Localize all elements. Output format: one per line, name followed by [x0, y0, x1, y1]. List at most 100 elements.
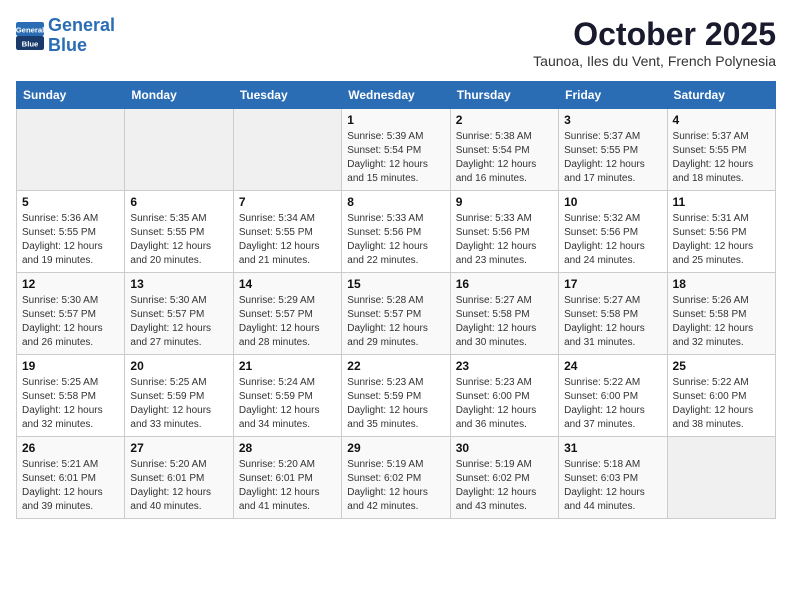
day-info: Sunrise: 5:30 AMSunset: 5:57 PMDaylight:… [22, 294, 119, 350]
calendar-cell: 20 Sunrise: 5:25 AMSunset: 5:59 PMDayligh… [125, 355, 233, 437]
calendar-cell: 19 Sunrise: 5:25 AMSunset: 5:58 PMDayligh… [17, 355, 125, 437]
day-number: 2 [456, 113, 553, 127]
day-info: Sunrise: 5:31 AMSunset: 5:56 PMDaylight:… [673, 212, 770, 268]
page-header: General Blue General Blue October 2025 T… [16, 16, 776, 69]
calendar-table: SundayMondayTuesdayWednesdayThursdayFrid… [16, 81, 776, 519]
day-number: 25 [673, 359, 770, 373]
calendar-cell: 8 Sunrise: 5:33 AMSunset: 5:56 PMDaylight… [342, 191, 450, 273]
calendar-cell: 14 Sunrise: 5:29 AMSunset: 5:57 PMDayligh… [233, 273, 341, 355]
calendar-cell: 6 Sunrise: 5:35 AMSunset: 5:55 PMDaylight… [125, 191, 233, 273]
day-number: 6 [130, 195, 227, 209]
calendar-cell: 24 Sunrise: 5:22 AMSunset: 6:00 PMDayligh… [559, 355, 667, 437]
calendar-cell: 1 Sunrise: 5:39 AMSunset: 5:54 PMDaylight… [342, 109, 450, 191]
logo-icon: General Blue [16, 22, 44, 50]
calendar-cell: 23Sunrise: 5:23 AMSunset: 6:00 PMDayligh… [450, 355, 558, 437]
day-number: 15 [347, 277, 444, 291]
day-info: Sunrise: 5:24 AMSunset: 5:59 PMDaylight:… [239, 376, 336, 432]
day-number: 27 [130, 441, 227, 455]
day-number: 3 [564, 113, 661, 127]
day-info: Sunrise: 5:27 AMSunset: 5:58 PMDaylight:… [456, 294, 553, 350]
calendar-cell: 29 Sunrise: 5:19 AMSunset: 6:02 PMDayligh… [342, 437, 450, 519]
day-info: Sunrise: 5:21 AMSunset: 6:01 PMDaylight:… [22, 458, 119, 514]
weekday-header-thursday: Thursday [450, 82, 558, 109]
day-info: Sunrise: 5:25 AMSunset: 5:58 PMDaylight:… [22, 376, 119, 432]
day-number: 31 [564, 441, 661, 455]
day-info: Sunrise: 5:35 AMSunset: 5:55 PMDaylight:… [130, 212, 227, 268]
day-info: Sunrise: 5:30 AMSunset: 5:57 PMDaylight:… [130, 294, 227, 350]
calendar-cell: 10 Sunrise: 5:32 AMSunset: 5:56 PMDayligh… [559, 191, 667, 273]
day-info: Sunrise: 5:29 AMSunset: 5:57 PMDaylight:… [239, 294, 336, 350]
day-number: 24 [564, 359, 661, 373]
calendar-cell: 9 Sunrise: 5:33 AMSunset: 5:56 PMDaylight… [450, 191, 558, 273]
calendar-cell: 16 Sunrise: 5:27 AMSunset: 5:58 PMDayligh… [450, 273, 558, 355]
day-number: 30 [456, 441, 553, 455]
day-info: Sunrise: 5:33 AMSunset: 5:56 PMDaylight:… [456, 212, 553, 268]
day-number: 16 [456, 277, 553, 291]
day-number: 17 [564, 277, 661, 291]
calendar-cell: 7 Sunrise: 5:34 AMSunset: 5:55 PMDaylight… [233, 191, 341, 273]
day-number: 18 [673, 277, 770, 291]
day-info: Sunrise: 5:27 AMSunset: 5:58 PMDaylight:… [564, 294, 661, 350]
day-number: 4 [673, 113, 770, 127]
svg-text:Blue: Blue [22, 39, 39, 48]
weekday-header-tuesday: Tuesday [233, 82, 341, 109]
weekday-header-sunday: Sunday [17, 82, 125, 109]
logo: General Blue General Blue [16, 16, 115, 56]
day-number: 10 [564, 195, 661, 209]
calendar-cell [667, 437, 775, 519]
day-number: 22 [347, 359, 444, 373]
day-info: Sunrise: 5:19 AMSunset: 6:02 PMDaylight:… [456, 458, 553, 514]
day-info: Sunrise: 5:32 AMSunset: 5:56 PMDaylight:… [564, 212, 661, 268]
day-number: 1 [347, 113, 444, 127]
calendar-cell: 22Sunrise: 5:23 AMSunset: 5:59 PMDayligh… [342, 355, 450, 437]
day-info: Sunrise: 5:22 AMSunset: 6:00 PMDaylight:… [673, 376, 770, 432]
day-number: 19 [22, 359, 119, 373]
day-info: Sunrise: 5:34 AMSunset: 5:55 PMDaylight:… [239, 212, 336, 268]
calendar-cell: 31 Sunrise: 5:18 AMSunset: 6:03 PMDayligh… [559, 437, 667, 519]
day-number: 29 [347, 441, 444, 455]
day-number: 21 [239, 359, 336, 373]
day-info: Sunrise: 5:25 AMSunset: 5:59 PMDaylight:… [130, 376, 227, 432]
day-number: 12 [22, 277, 119, 291]
day-info: Sunrise: 5:22 AMSunset: 6:00 PMDaylight:… [564, 376, 661, 432]
calendar-cell: 11 Sunrise: 5:31 AMSunset: 5:56 PMDayligh… [667, 191, 775, 273]
day-info: Sunrise: 5:26 AMSunset: 5:58 PMDaylight:… [673, 294, 770, 350]
calendar-cell: 2 Sunrise: 5:38 AMSunset: 5:54 PMDaylight… [450, 109, 558, 191]
day-number: 14 [239, 277, 336, 291]
day-info: Sunrise: 5:28 AMSunset: 5:57 PMDaylight:… [347, 294, 444, 350]
weekday-header-wednesday: Wednesday [342, 82, 450, 109]
day-info: Sunrise: 5:19 AMSunset: 6:02 PMDaylight:… [347, 458, 444, 514]
day-number: 5 [22, 195, 119, 209]
calendar-cell: 28Sunrise: 5:20 AMSunset: 6:01 PMDayligh… [233, 437, 341, 519]
day-info: Sunrise: 5:38 AMSunset: 5:54 PMDaylight:… [456, 130, 553, 186]
weekday-header-monday: Monday [125, 82, 233, 109]
day-number: 13 [130, 277, 227, 291]
day-info: Sunrise: 5:20 AMSunset: 6:01 PMDaylight:… [130, 458, 227, 514]
day-number: 20 [130, 359, 227, 373]
weekday-header-saturday: Saturday [667, 82, 775, 109]
calendar-cell: 21 Sunrise: 5:24 AMSunset: 5:59 PMDayligh… [233, 355, 341, 437]
day-number: 7 [239, 195, 336, 209]
weekday-header-friday: Friday [559, 82, 667, 109]
day-info: Sunrise: 5:18 AMSunset: 6:03 PMDaylight:… [564, 458, 661, 514]
location: Taunoa, Iles du Vent, French Polynesia [533, 53, 776, 69]
svg-text:General: General [16, 25, 44, 34]
day-info: Sunrise: 5:36 AMSunset: 5:55 PMDaylight:… [22, 212, 119, 268]
day-info: Sunrise: 5:33 AMSunset: 5:56 PMDaylight:… [347, 212, 444, 268]
calendar-cell [233, 109, 341, 191]
calendar-cell: 5 Sunrise: 5:36 AMSunset: 5:55 PMDaylight… [17, 191, 125, 273]
calendar-cell: 15 Sunrise: 5:28 AMSunset: 5:57 PMDayligh… [342, 273, 450, 355]
day-number: 8 [347, 195, 444, 209]
calendar-cell: 26Sunrise: 5:21 AMSunset: 6:01 PMDayligh… [17, 437, 125, 519]
day-number: 11 [673, 195, 770, 209]
day-number: 9 [456, 195, 553, 209]
calendar-cell [125, 109, 233, 191]
calendar-cell: 30 Sunrise: 5:19 AMSunset: 6:02 PMDayligh… [450, 437, 558, 519]
logo-text: General Blue [48, 16, 115, 56]
day-info: Sunrise: 5:39 AMSunset: 5:54 PMDaylight:… [347, 130, 444, 186]
calendar-cell: 3 Sunrise: 5:37 AMSunset: 5:55 PMDaylight… [559, 109, 667, 191]
day-info: Sunrise: 5:37 AMSunset: 5:55 PMDaylight:… [564, 130, 661, 186]
calendar-cell: 17 Sunrise: 5:27 AMSunset: 5:58 PMDayligh… [559, 273, 667, 355]
title-block: October 2025 Taunoa, Iles du Vent, Frenc… [533, 16, 776, 69]
calendar-cell: 13 Sunrise: 5:30 AMSunset: 5:57 PMDayligh… [125, 273, 233, 355]
